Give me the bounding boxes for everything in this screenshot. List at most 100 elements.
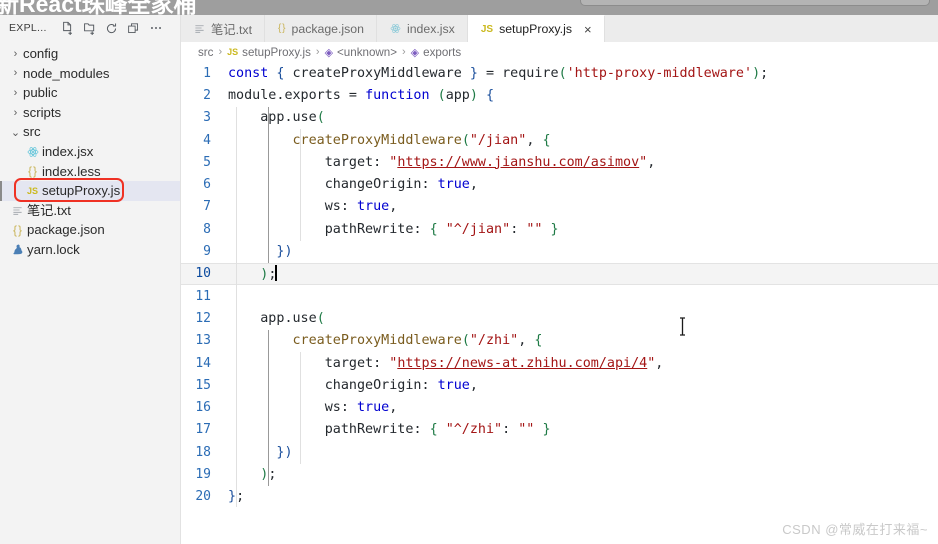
code-line[interactable]: 19 ); (181, 463, 938, 485)
code-line[interactable]: 16 ws: true, (181, 396, 938, 418)
breadcrumb-separator: › (401, 46, 406, 58)
line-content: target: "https://www.jianshu.com/asimov"… (228, 154, 656, 170)
code-line[interactable]: 17 pathRewrite: { "^/zhi": "" } (181, 419, 938, 441)
tree-item-config[interactable]: › config (0, 44, 180, 64)
tree-item-scripts[interactable]: › scripts (0, 103, 180, 123)
close-icon[interactable]: × (584, 23, 592, 36)
code-token: pathRewrite (228, 221, 414, 237)
code-line[interactable]: 20}; (181, 486, 938, 508)
line-number: 5 (203, 154, 211, 170)
tree-item-setupproxy-js[interactable]: JS setupProxy.js (0, 181, 180, 201)
code-line[interactable]: 8 pathRewrite: { "^/jian": "" } (181, 218, 938, 240)
code-token: , (655, 355, 664, 371)
tree-item-package-json[interactable]: { } package.json (0, 220, 180, 240)
code-token: , (526, 132, 543, 148)
tree-item-public[interactable]: › public (0, 83, 180, 103)
tab-index-jsx[interactable]: index.jsx (376, 15, 468, 42)
code-line[interactable]: 13 createProxyMiddleware("/zhi", { (181, 330, 938, 352)
code-token: ; (236, 489, 245, 505)
line-number: 19 (195, 466, 211, 482)
braces-icon: { } (278, 23, 286, 34)
code-line[interactable]: 12 app.use( (181, 307, 938, 329)
breadcrumb-item-setupproxy-js[interactable]: JS setupProxy.js (227, 46, 311, 59)
code-token: : (373, 355, 390, 371)
tab-label: 笔记.txt (211, 22, 252, 37)
code-token: : (413, 221, 430, 237)
line-number: 8 (203, 221, 211, 237)
code-token: ws (228, 400, 341, 416)
code-token: pathRewrite (228, 422, 414, 438)
braces-icon: { } (12, 223, 23, 238)
indent-guide-2b (300, 352, 301, 464)
line-number: 15 (195, 377, 211, 393)
line-content: ws: true, (228, 199, 398, 214)
code-token: "/zhi" (469, 333, 519, 349)
code-line[interactable]: 14 target: "https://news-at.zhihu.com/ap… (181, 352, 938, 374)
code-token: } (469, 65, 478, 81)
tab-setupproxy-js[interactable]: JS setupProxy.js × (467, 15, 605, 42)
tree-item-index-jsx[interactable]: index.jsx (0, 142, 180, 162)
code-token: { (486, 87, 495, 103)
line-number: 6 (203, 177, 211, 193)
chevron-right-icon: › (13, 86, 18, 99)
new-file-icon[interactable] (57, 18, 79, 38)
code-token: true (437, 177, 470, 193)
code-line[interactable]: 3 app.use( (181, 107, 938, 129)
tree-item-label: src (23, 124, 41, 140)
refresh-icon[interactable] (101, 18, 123, 38)
tree-item-index-less[interactable]: { } index.less (0, 162, 180, 182)
line-content: ws: true, (228, 400, 398, 416)
breadcrumb-item-unknown[interactable]: ◈ <unknown> (325, 46, 397, 59)
breadcrumb-item-exports[interactable]: ◈ exports (411, 46, 462, 59)
line-content: }) (228, 445, 292, 460)
line-number: 13 (195, 333, 211, 349)
code-token: ) (284, 244, 293, 260)
tab-package-json[interactable]: { } package.json (265, 15, 377, 42)
code-line[interactable]: 10 ); (181, 262, 938, 286)
tree-item-label: index.less (42, 163, 101, 179)
tree-item-src[interactable]: ⌄ src (0, 122, 180, 142)
code-token: ( (437, 87, 446, 103)
code-line[interactable]: 4 createProxyMiddleware("/jian", { (181, 129, 938, 151)
breadcrumb-label: <unknown> (337, 45, 397, 59)
code-token: , (647, 154, 656, 170)
code-line[interactable]: 11 (181, 285, 938, 307)
code-line[interactable]: 5 target: "https://www.jianshu.com/asimo… (181, 151, 938, 173)
breadcrumb-label: setupProxy.js (242, 45, 311, 59)
code-line[interactable]: 6 changeOrigin: true, (181, 173, 938, 195)
code-line[interactable]: 18 }) (181, 441, 938, 463)
code-token: changeOrigin (228, 377, 422, 393)
code-editor[interactable]: 1 const { createProxyMiddleware } = requi… (181, 62, 938, 544)
code-line[interactable]: 15 changeOrigin: true, (181, 374, 938, 396)
breadcrumb-item-src[interactable]: src (198, 46, 213, 59)
more-actions-icon[interactable] (145, 18, 167, 38)
line-content: }) (228, 244, 293, 260)
tree-item-notes-txt[interactable]: 笔记.txt (0, 201, 180, 221)
tree-item-yarn-lock[interactable]: yarn.lock (0, 240, 180, 260)
indent-guide-1b (268, 330, 269, 486)
tab-label: package.json (291, 21, 364, 36)
tree-item-label: 笔记.txt (27, 202, 71, 218)
code-token: ( (316, 310, 325, 326)
chevron-right-icon: › (13, 67, 18, 80)
tab-notes-txt[interactable]: 笔记.txt (181, 15, 265, 42)
collapse-all-icon[interactable] (123, 18, 145, 38)
symbol-cube-icon: ◈ (410, 46, 420, 59)
code-token: , (469, 177, 478, 193)
chevron-right-icon: › (13, 47, 18, 60)
code-line[interactable]: 1 const { createProxyMiddleware } = requi… (181, 62, 938, 84)
new-folder-icon[interactable] (79, 18, 101, 38)
line-number: 9 (203, 244, 211, 260)
code-token: "/jian" (469, 132, 527, 148)
tree-item-node-modules[interactable]: › node_modules (0, 64, 180, 84)
line-number: 14 (195, 355, 211, 371)
code-line[interactable]: 2 module.exports = function (app) { (181, 84, 938, 106)
code-line[interactable]: 7 ws: true, (181, 196, 938, 218)
code-token: true (437, 377, 470, 393)
code-line[interactable]: 9 }) (181, 240, 938, 262)
line-content: createProxyMiddleware("/zhi", { (228, 333, 543, 349)
